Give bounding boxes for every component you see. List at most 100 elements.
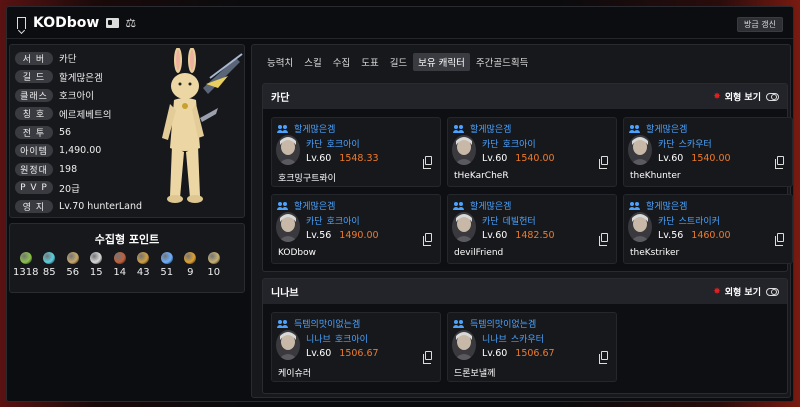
server-name: 니나브 — [271, 288, 299, 299]
profile-label: 영 지 — [15, 199, 53, 213]
profile-label: 전 투 — [15, 125, 53, 139]
tab-5[interactable]: 보유 캐릭터 — [413, 53, 470, 71]
card-character-name: 호크밍구트롸이 — [278, 174, 336, 184]
collection-item[interactable]: 85 — [38, 252, 62, 278]
collection-item[interactable]: 10 — [202, 252, 226, 278]
main-panel: 능력치 스킬 수집 도표 길드 보유 캐릭터 주간골드획득 카단 ✸ 외형 보기 할게많은겜… — [251, 44, 793, 398]
character-card[interactable]: 할게많은겜 카단 스카우터 Lv.60 1540.00 theKhunter — [623, 117, 793, 187]
tab-2[interactable]: 수집 — [328, 53, 355, 71]
profile-row: 클래스 호크아이 — [15, 87, 142, 103]
card-level: Lv.60 — [482, 348, 508, 359]
refresh-button[interactable]: 방금 갱신 — [737, 17, 783, 32]
server-section: 니나브 ✸ 외형 보기 득템의맛이없는겜 니나브 호크아이 Lv.60 1506.6… — [262, 278, 788, 394]
island-heart-icon — [43, 252, 56, 264]
copy-icon[interactable] — [775, 156, 784, 169]
toggle-icon[interactable] — [766, 287, 779, 296]
collection-item[interactable]: 56 — [61, 252, 85, 278]
profile-row: 칭 호 에르제베트의 — [15, 106, 142, 122]
profile-value: 20급 — [59, 183, 80, 195]
card-item-level: 1548.33 — [339, 153, 379, 164]
character-card[interactable]: 할게많은겜 카단 데빌헌터 Lv.60 1482.50 devilFriend — [447, 194, 617, 264]
copy-icon[interactable] — [423, 156, 432, 169]
bookmark-icon[interactable] — [17, 16, 26, 29]
card-guild: 할게많은겜 — [453, 199, 512, 212]
guild-name: 할게많은겜 — [646, 125, 688, 135]
copy-icon[interactable] — [423, 351, 432, 364]
guild-name: 할게많은겜 — [294, 202, 336, 212]
tab-3[interactable]: 도표 — [356, 53, 383, 71]
card-class: 스트라이커 — [678, 217, 720, 227]
guild-name: 득템의맛이없는겜 — [470, 320, 537, 330]
card-guild: 할게많은겜 — [277, 122, 335, 135]
card-server: 카단 — [482, 217, 499, 227]
copy-icon[interactable] — [775, 233, 784, 246]
toggle-icon[interactable] — [766, 92, 779, 101]
collection-item[interactable]: 9 — [179, 252, 203, 278]
scale-icon[interactable]: ⚖ — [125, 16, 136, 30]
card-class: 스카우터 — [678, 140, 712, 150]
look-toggle[interactable]: ✸ 외형 보기 — [713, 285, 779, 298]
card-server: 카단 — [658, 217, 675, 227]
card-class: 호크아이 — [502, 140, 536, 150]
profile-value: 56 — [59, 126, 72, 138]
id-card-icon[interactable] — [106, 17, 120, 28]
card-item-level: 1482.50 — [515, 230, 555, 241]
look-toggle[interactable]: ✸ 외형 보기 — [713, 90, 779, 103]
card-class-line: 카단 호크아이 — [306, 137, 360, 150]
top-bar: KODbow ⚖ 방금 갱신 — [7, 7, 793, 39]
copy-icon[interactable] — [599, 156, 608, 169]
card-server: 니나브 — [482, 335, 507, 345]
guild-name: 할게많은겜 — [470, 202, 512, 212]
collection-count: 56 — [66, 267, 80, 278]
collection-item[interactable]: 15 — [85, 252, 109, 278]
character-card[interactable]: 할게많은겜 카단 호크아이 Lv.60 1540.00 tHeKarCheR — [447, 117, 617, 187]
character-avatar — [162, 48, 243, 203]
profile-value: 카단 — [59, 54, 77, 65]
character-card[interactable]: 할게많은겜 카단 호크아이 Lv.56 1490.00 KODbow — [271, 194, 441, 264]
profile-label: P V P — [15, 181, 53, 194]
card-class: 호크아이 — [326, 140, 360, 150]
great-art-icon — [66, 252, 79, 264]
card-item-level: 1490.00 — [339, 230, 379, 241]
tab-0[interactable]: 능력치 — [262, 53, 298, 71]
card-level-line: Lv.56 1490.00 — [306, 230, 379, 241]
card-class: 호크아이 — [334, 335, 368, 345]
card-level-line: Lv.56 1460.00 — [658, 230, 731, 241]
character-card[interactable]: 할게많은겜 카단 스트라이커 Lv.56 1460.00 theKstriker — [623, 194, 793, 264]
character-portrait — [628, 212, 652, 242]
guild-name: 할게많은겜 — [470, 125, 512, 135]
tab-4[interactable]: 길드 — [385, 53, 412, 71]
character-portrait — [276, 135, 300, 165]
collection-item[interactable]: 1318 — [13, 252, 39, 278]
orpheus-star-icon — [184, 252, 197, 264]
tab-6[interactable]: 주간골드획득 — [471, 53, 533, 71]
collection-item[interactable]: 51 — [155, 252, 179, 278]
copy-icon[interactable] — [599, 233, 608, 246]
star-icon: ✸ — [713, 91, 721, 102]
card-level: Lv.60 — [306, 348, 332, 359]
collection-item[interactable]: 14 — [108, 252, 132, 278]
server-header: 카단 ✸ 외형 보기 — [263, 84, 787, 109]
card-level-line: Lv.60 1482.50 — [482, 230, 555, 241]
character-card[interactable]: 득템의맛이없는겜 니나브 스카우터 Lv.60 1506.67 드론보낼께 — [447, 312, 617, 382]
users-icon — [629, 124, 642, 133]
copy-icon[interactable] — [599, 351, 608, 364]
card-character-name: 드론보낼께 — [454, 369, 496, 379]
character-card[interactable]: 할게많은겜 카단 호크아이 Lv.60 1548.33 호크밍구트롸이 — [271, 117, 441, 187]
card-level: Lv.60 — [306, 153, 332, 164]
users-icon — [277, 201, 290, 210]
card-guild: 할게많은겜 — [277, 199, 336, 212]
card-level-line: Lv.60 1540.00 — [482, 153, 555, 164]
card-character-name: theKhunter — [630, 171, 681, 181]
character-card[interactable]: 득템의맛이없는겜 니나브 호크아이 Lv.60 1506.67 케이슈러 — [271, 312, 441, 382]
collection-item[interactable]: 43 — [132, 252, 156, 278]
copy-icon[interactable] — [423, 233, 432, 246]
profile-label: 원정대 — [15, 162, 53, 176]
tab-1[interactable]: 스킬 — [299, 53, 326, 71]
collection-count: 1318 — [13, 267, 39, 278]
star-icon: ✸ — [713, 286, 721, 297]
collection-count: 10 — [207, 267, 221, 278]
card-class-line: 카단 호크아이 — [306, 214, 360, 227]
card-character-name: devilFriend — [454, 248, 504, 258]
collection-count: 51 — [160, 267, 174, 278]
